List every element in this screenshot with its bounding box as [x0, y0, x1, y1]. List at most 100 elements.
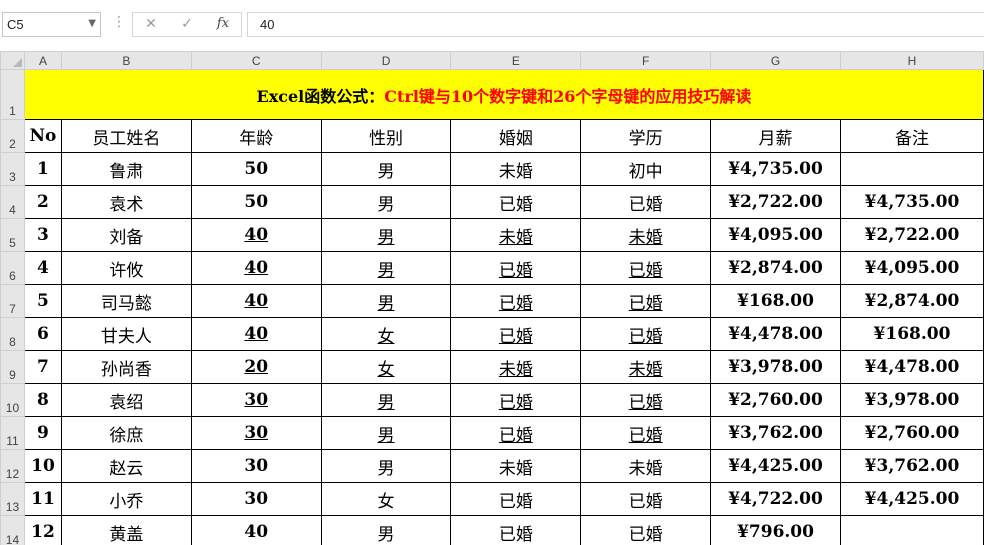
header-cell-salary[interactable]: 月薪	[710, 119, 841, 153]
header-cell-age[interactable]: 年龄	[190, 119, 322, 153]
cell-name[interactable]: 徐庶	[60, 416, 192, 450]
column-header-g[interactable]: G	[710, 51, 841, 70]
cell-name[interactable]: 黄盖	[60, 515, 192, 545]
row-header-7[interactable]: 7	[0, 284, 25, 318]
cell-note[interactable]: ¥2,874.00	[839, 284, 984, 318]
cell-age[interactable]: 20	[190, 350, 322, 384]
cell-name[interactable]: 袁术	[60, 185, 192, 219]
cell-gender[interactable]: 男	[320, 416, 452, 450]
cell-salary[interactable]: ¥3,762.00	[710, 416, 841, 450]
cell-education[interactable]: 未婚	[580, 218, 712, 252]
row-header-5[interactable]: 5	[0, 218, 25, 252]
cell-name[interactable]: 孙尚香	[60, 350, 192, 384]
cell-gender[interactable]: 男	[320, 515, 452, 545]
column-header-d[interactable]: D	[320, 51, 452, 70]
cell-no[interactable]: 8	[23, 383, 62, 417]
cell-salary[interactable]: ¥4,095.00	[710, 218, 841, 252]
cell-note[interactable]: ¥3,762.00	[839, 449, 984, 483]
cell-gender[interactable]: 男	[320, 152, 452, 186]
cell-note[interactable]: ¥4,095.00	[839, 251, 984, 285]
cell-age[interactable]: 40	[190, 218, 322, 252]
cell-no[interactable]: 5	[23, 284, 62, 318]
cell-education[interactable]: 已婚	[580, 251, 712, 285]
cell-salary[interactable]: ¥2,722.00	[710, 185, 841, 219]
cell-name[interactable]: 甘夫人	[60, 317, 192, 351]
cell-marital[interactable]: 未婚	[450, 218, 582, 252]
cell-gender[interactable]: 男	[320, 251, 452, 285]
cell-salary[interactable]: ¥4,735.00	[710, 152, 841, 186]
title-cell[interactable]: Excel函数公式：Ctrl键与10个数字键和26个字母键的应用技巧解读	[23, 69, 984, 120]
cell-no[interactable]: 12	[23, 515, 62, 545]
chevron-down-icon[interactable]: ▼	[88, 18, 96, 29]
cell-age[interactable]: 30	[190, 416, 322, 450]
cell-education[interactable]: 未婚	[580, 449, 712, 483]
cell-marital[interactable]: 已婚	[450, 416, 582, 450]
cell-gender[interactable]: 男	[320, 449, 452, 483]
cell-age[interactable]: 40	[190, 317, 322, 351]
cell-education[interactable]: 已婚	[580, 284, 712, 318]
cell-name[interactable]: 许攸	[60, 251, 192, 285]
cell-gender[interactable]: 男	[320, 383, 452, 417]
cell-gender[interactable]: 女	[320, 350, 452, 384]
row-header-6[interactable]: 6	[0, 251, 25, 285]
header-cell-education[interactable]: 学历	[580, 119, 712, 153]
cell-age[interactable]: 40	[190, 515, 322, 545]
cell-gender[interactable]: 女	[320, 317, 452, 351]
cell-no[interactable]: 1	[23, 152, 62, 186]
cell-marital[interactable]: 未婚	[450, 350, 582, 384]
cell-name[interactable]: 鲁肃	[60, 152, 192, 186]
cell-salary[interactable]: ¥2,874.00	[710, 251, 841, 285]
cell-gender[interactable]: 女	[320, 482, 452, 516]
header-cell-marital[interactable]: 婚姻	[450, 119, 582, 153]
formula-input[interactable]: 40	[247, 12, 984, 37]
cell-note[interactable]: ¥168.00	[839, 317, 984, 351]
row-header-9[interactable]: 9	[0, 350, 25, 384]
cell-name[interactable]: 小乔	[60, 482, 192, 516]
cell-age[interactable]: 40	[190, 251, 322, 285]
cell-age[interactable]: 40	[190, 284, 322, 318]
cell-age[interactable]: 30	[190, 482, 322, 516]
cell-no[interactable]: 6	[23, 317, 62, 351]
cell-salary[interactable]: ¥168.00	[710, 284, 841, 318]
cell-salary[interactable]: ¥4,478.00	[710, 317, 841, 351]
cell-marital[interactable]: 未婚	[450, 152, 582, 186]
cell-salary[interactable]: ¥4,425.00	[710, 449, 841, 483]
cell-note[interactable]: ¥3,978.00	[839, 383, 984, 417]
cell-note[interactable]: ¥4,478.00	[839, 350, 984, 384]
column-header-f[interactable]: F	[580, 51, 712, 70]
cell-education[interactable]: 已婚	[580, 317, 712, 351]
cell-name[interactable]: 赵云	[60, 449, 192, 483]
column-header-e[interactable]: E	[450, 51, 582, 70]
cell-salary[interactable]: ¥4,722.00	[710, 482, 841, 516]
cell-age[interactable]: 50	[190, 185, 322, 219]
row-header-11[interactable]: 11	[0, 416, 25, 450]
cell-no[interactable]: 2	[23, 185, 62, 219]
row-header-1[interactable]: 1	[0, 69, 25, 120]
cell-note[interactable]	[839, 152, 984, 186]
row-header-2[interactable]: 2	[0, 119, 25, 153]
cell-marital[interactable]: 已婚	[450, 383, 582, 417]
cell-note[interactable]	[839, 515, 984, 545]
cell-education[interactable]: 已婚	[580, 515, 712, 545]
cell-marital[interactable]: 未婚	[450, 449, 582, 483]
cell-no[interactable]: 10	[23, 449, 62, 483]
cell-name[interactable]: 司马懿	[60, 284, 192, 318]
row-header-14[interactable]: 14	[0, 515, 25, 545]
cell-age[interactable]: 50	[190, 152, 322, 186]
row-header-13[interactable]: 13	[0, 482, 25, 516]
row-header-3[interactable]: 3	[0, 152, 25, 186]
name-box[interactable]: C5 ▼	[2, 12, 101, 37]
cell-name[interactable]: 刘备	[60, 218, 192, 252]
header-cell-gender[interactable]: 性别	[320, 119, 452, 153]
cell-marital[interactable]: 已婚	[450, 185, 582, 219]
column-header-h[interactable]: H	[839, 51, 984, 70]
cell-note[interactable]: ¥4,735.00	[839, 185, 984, 219]
cell-salary[interactable]: ¥3,978.00	[710, 350, 841, 384]
insert-function-icon[interactable]: fx	[211, 16, 235, 34]
column-header-c[interactable]: C	[190, 51, 322, 70]
cell-marital[interactable]: 已婚	[450, 515, 582, 545]
row-header-10[interactable]: 10	[0, 383, 25, 417]
cell-note[interactable]: ¥2,760.00	[839, 416, 984, 450]
header-cell-note[interactable]: 备注	[839, 119, 984, 153]
cell-no[interactable]: 4	[23, 251, 62, 285]
